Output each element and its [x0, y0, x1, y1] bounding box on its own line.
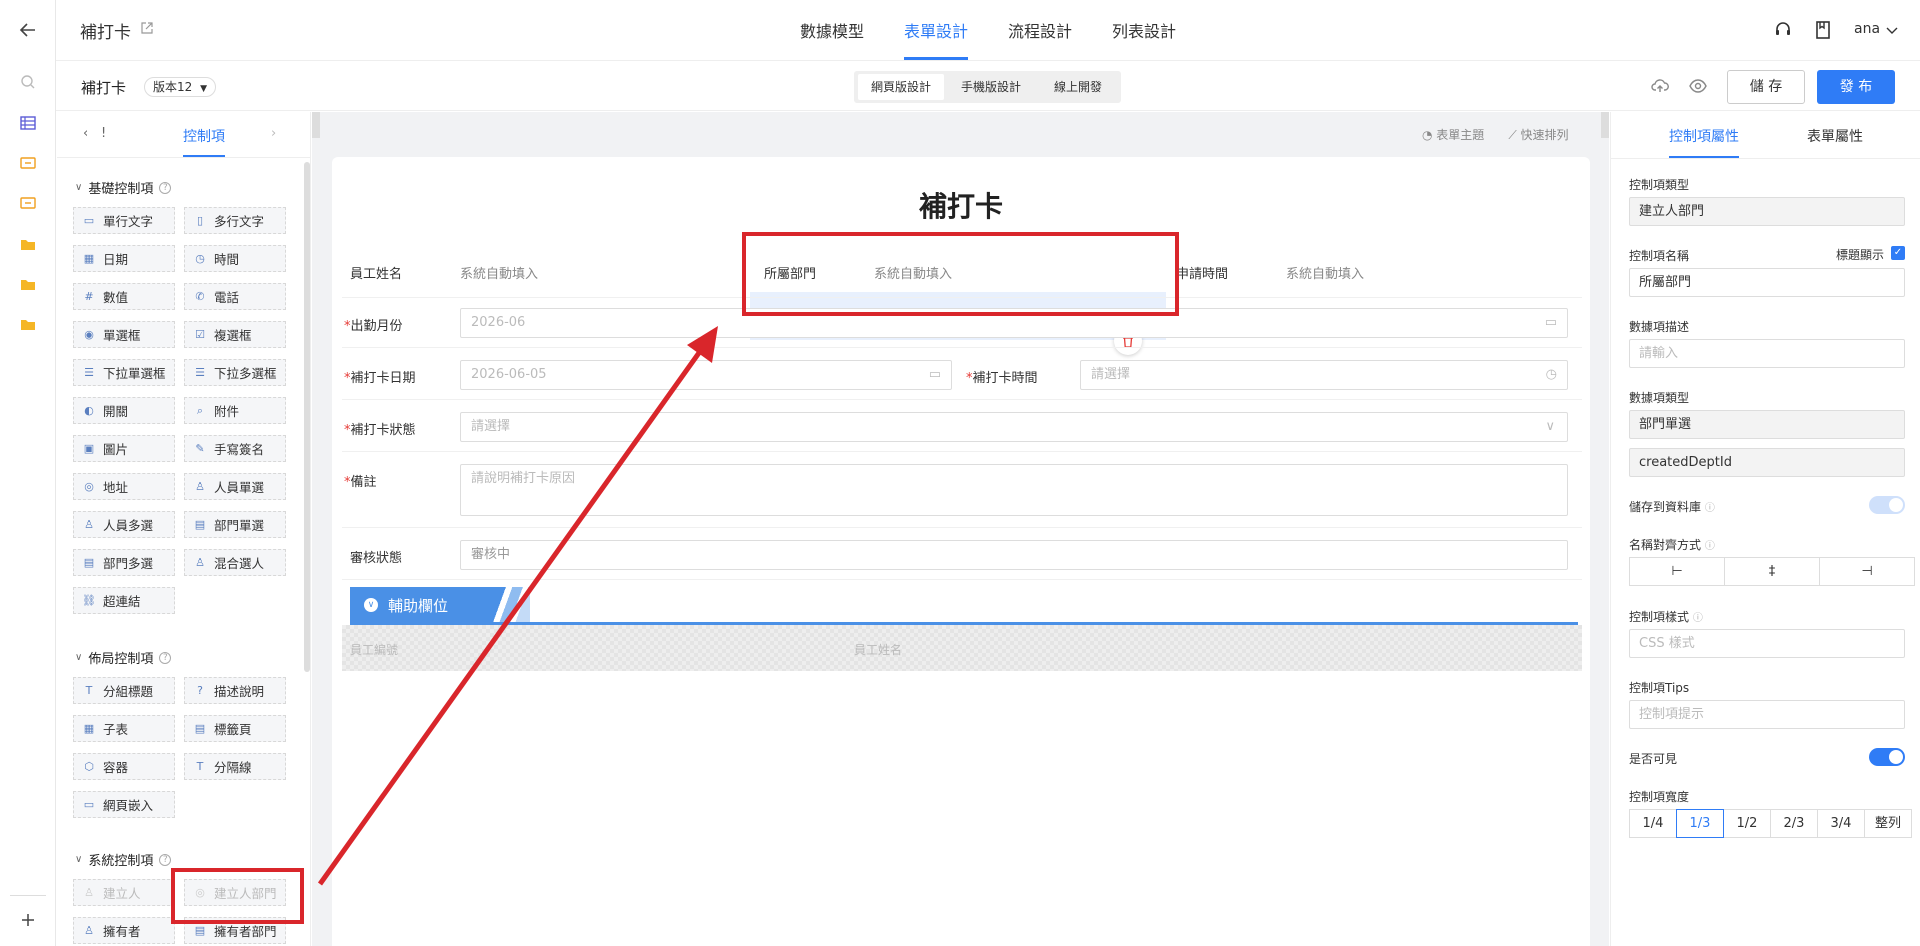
annotation-arrow: [317, 326, 718, 886]
width-option[interactable]: 1/3: [1676, 809, 1724, 838]
